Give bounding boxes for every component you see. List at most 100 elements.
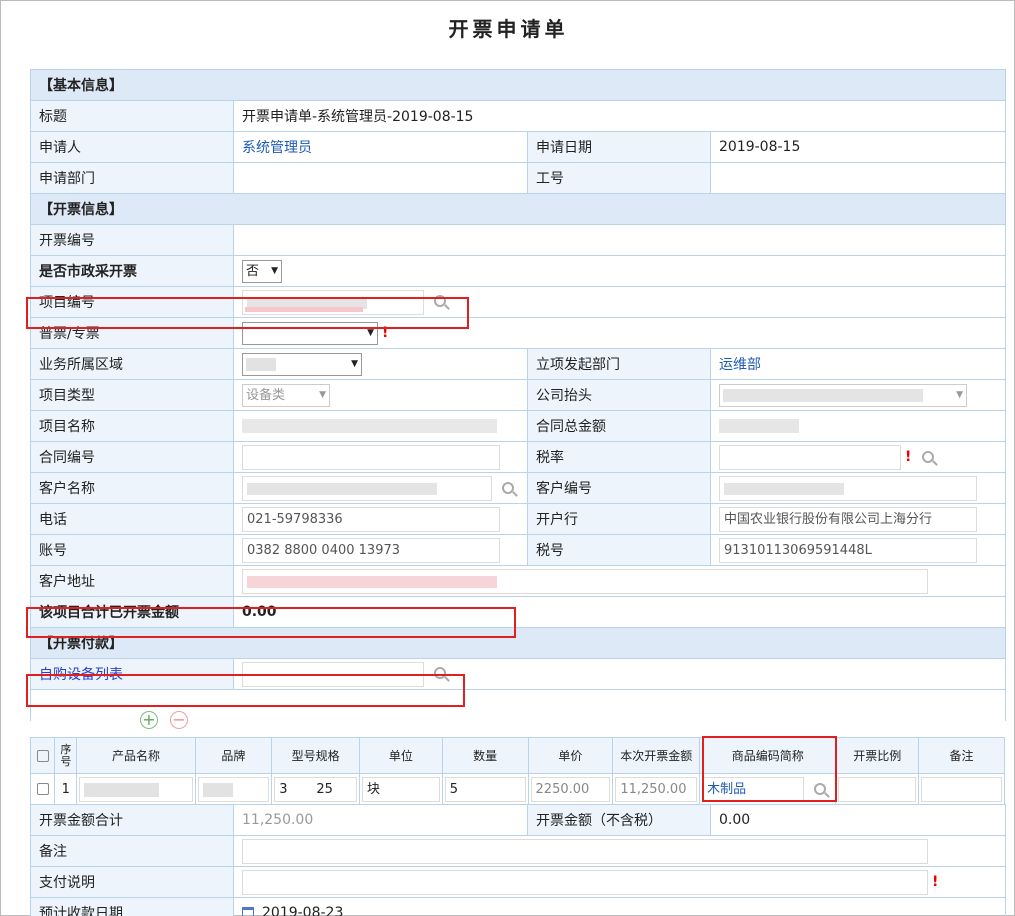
- title-label: 标题: [30, 100, 234, 132]
- code-name-input[interactable]: 木制品: [702, 776, 805, 802]
- invoiced-total-value: 0.00: [233, 596, 1006, 628]
- invoiced-total-label: 该项目合计已开票金额: [30, 596, 234, 628]
- pay-note-label: 支付说明: [30, 866, 234, 898]
- project-type-value: 设备类: [246, 387, 286, 403]
- total-label: 开票金额合计: [30, 804, 234, 836]
- header-code-name: 商品编码简称: [699, 737, 837, 774]
- note-input[interactable]: [921, 776, 1002, 802]
- dropdown-arrow-icon: ▼: [956, 389, 963, 400]
- project-name-label: 项目名称: [30, 410, 234, 442]
- gov-purchase-label: 是否市政采开票: [30, 255, 234, 287]
- dropdown-arrow-icon: ▼: [367, 327, 374, 338]
- invoice-no-value: [233, 224, 1006, 256]
- header-product: 产品名称: [76, 737, 196, 774]
- company-header-label: 公司抬头: [527, 379, 711, 411]
- price-input[interactable]: 2250.00: [530, 776, 611, 802]
- pay-note-input[interactable]: [242, 869, 928, 895]
- calendar-icon[interactable]: [242, 907, 254, 916]
- project-no-input[interactable]: [242, 289, 424, 315]
- dept-label: 申请部门: [30, 162, 234, 194]
- redacted-value: [247, 575, 497, 588]
- header-note: 备注: [918, 737, 1005, 774]
- applicant-label: 申请人: [30, 131, 234, 163]
- select-all-checkbox[interactable]: [36, 750, 49, 762]
- dropdown-arrow-icon: ▼: [351, 358, 358, 369]
- header-seq: 序号: [54, 737, 78, 774]
- unit-input[interactable]: 块: [362, 776, 440, 802]
- customer-name-input[interactable]: [242, 475, 492, 501]
- section-payment: 【开票付款】: [30, 627, 1006, 659]
- start-dept-link[interactable]: 运维部: [719, 357, 761, 373]
- region-select[interactable]: ▼: [242, 352, 362, 376]
- product-input[interactable]: [79, 776, 193, 802]
- row-checkbox[interactable]: [36, 783, 49, 795]
- tax-no-label: 税号: [527, 534, 711, 566]
- remove-row-icon[interactable]: −: [170, 711, 188, 729]
- header-qty: 数量: [441, 737, 529, 774]
- title-value: 开票申请单-系统管理员-2019-08-15: [233, 100, 1006, 132]
- required-mark-icon: !: [905, 449, 912, 465]
- applicant-link[interactable]: 系统管理员: [242, 140, 312, 156]
- no-tax-label: 开票金额（不含税）: [527, 804, 711, 836]
- equipment-list-link[interactable]: 自购设备列表-: [39, 667, 128, 683]
- section-invoice-info: 【开票信息】: [30, 193, 1006, 225]
- company-header-select[interactable]: ▼: [719, 383, 967, 407]
- contract-no-label: 合同编号: [30, 441, 234, 473]
- search-icon[interactable]: [428, 664, 452, 684]
- expected-date-value: 2019-08-23: [262, 905, 344, 916]
- search-icon[interactable]: [808, 780, 828, 798]
- invoice-type-select[interactable]: ▼: [242, 321, 378, 345]
- footer-table: 开票金额合计 11,250.00 开票金额（不含税） 0.00 备注 支付说明 …: [30, 804, 1006, 916]
- header-unit: 单位: [359, 737, 443, 774]
- model-input[interactable]: 3 25: [274, 776, 357, 802]
- header-price: 单价: [527, 737, 614, 774]
- remark-label: 备注: [30, 835, 234, 867]
- add-row-icon[interactable]: +: [140, 711, 158, 729]
- phone-input[interactable]: 021-59798336: [242, 506, 500, 532]
- required-mark-icon: !: [932, 874, 939, 890]
- invoice-type-label: 普票/专票: [30, 317, 234, 349]
- table-row: 1 3 25 块 5 2250.00 11,250.00 木制品: [29, 773, 1005, 805]
- search-icon[interactable]: [916, 448, 936, 466]
- apply-date-label: 申请日期: [527, 131, 711, 163]
- header-model: 型号规格: [271, 737, 360, 774]
- application-form: 【基本信息】 标题 开票申请单-系统管理员-2019-08-15 申请人 系统管…: [30, 69, 1006, 721]
- invoice-no-label: 开票编号: [30, 224, 234, 256]
- address-input[interactable]: [242, 568, 928, 594]
- redacted-value: [723, 388, 923, 402]
- apply-date-value: 2019-08-15: [710, 131, 1006, 163]
- tax-no-input[interactable]: 91310113069591448L: [719, 537, 977, 563]
- search-icon[interactable]: [428, 292, 452, 312]
- customer-no-input[interactable]: [719, 475, 977, 501]
- qty-input[interactable]: 5: [444, 776, 526, 802]
- bank-input[interactable]: 中国农业银行股份有限公司上海分行: [719, 506, 977, 532]
- no-tax-value: 0.00: [710, 804, 1006, 836]
- project-type-label: 项目类型: [30, 379, 234, 411]
- redacted-value: [242, 419, 497, 433]
- redacted-value: [246, 357, 276, 371]
- row-seq: 1: [54, 773, 78, 805]
- header-ratio: 开票比例: [835, 737, 920, 774]
- ratio-input[interactable]: [838, 776, 917, 802]
- project-type-select[interactable]: 设备类 ▼: [242, 383, 330, 407]
- customer-no-label: 客户编号: [527, 472, 711, 504]
- dept-value: [233, 162, 528, 194]
- region-label: 业务所属区域: [30, 348, 234, 380]
- gov-purchase-value: 否: [246, 263, 260, 279]
- tax-rate-input[interactable]: [719, 444, 901, 470]
- redacted-value: [247, 482, 437, 495]
- brand-input[interactable]: [197, 776, 270, 802]
- remark-input[interactable]: [242, 838, 928, 864]
- employee-no-label: 工号: [527, 162, 711, 194]
- phone-label: 电话: [30, 503, 234, 535]
- equipment-list-input[interactable]: [242, 661, 424, 687]
- gov-purchase-select[interactable]: 否 ▼: [242, 259, 282, 283]
- section-basic-info: 【基本信息】: [30, 69, 1006, 101]
- header-amount: 本次开票金额: [612, 737, 701, 774]
- contract-no-input[interactable]: [242, 444, 500, 470]
- account-input[interactable]: 0382 8800 0400 13973: [242, 537, 500, 563]
- redacted-underline: [245, 306, 363, 312]
- search-icon[interactable]: [496, 479, 515, 497]
- dropdown-arrow-icon: ▼: [271, 265, 278, 276]
- amount-input[interactable]: 11,250.00: [615, 776, 698, 802]
